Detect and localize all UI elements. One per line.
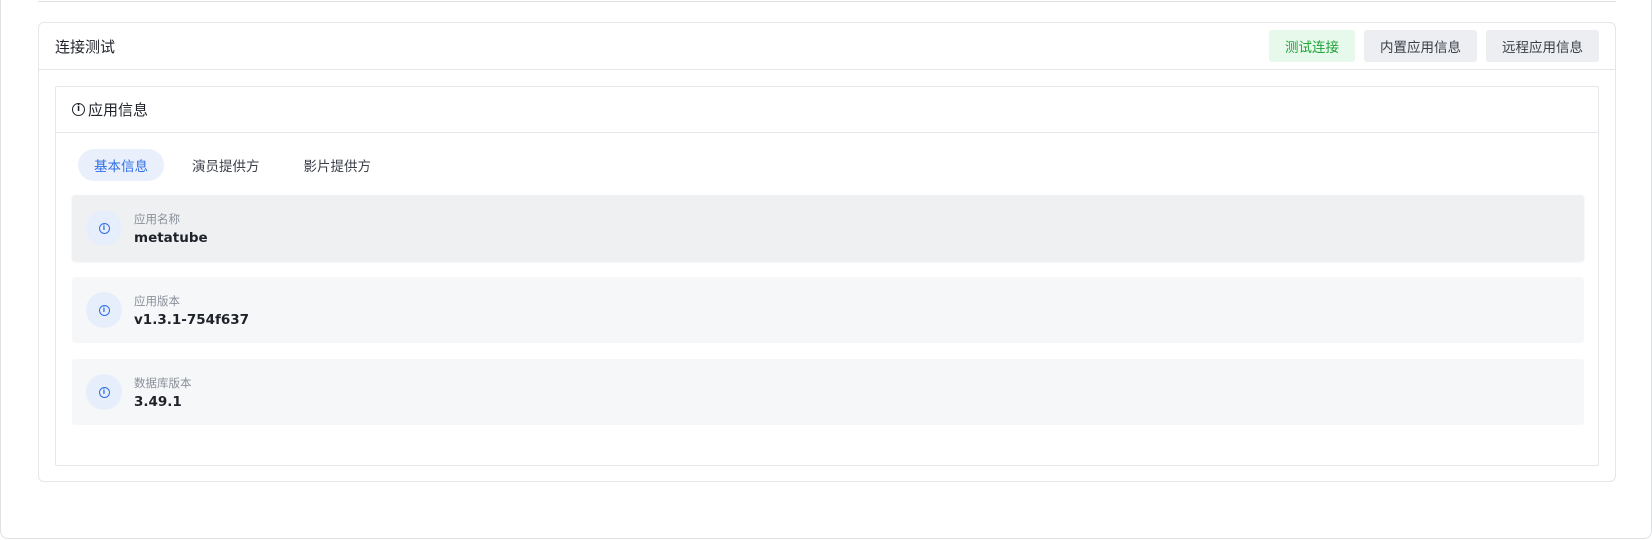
item-label: 应用版本 xyxy=(134,293,180,308)
info-icon: i xyxy=(86,374,122,410)
info-icon: i xyxy=(86,210,122,246)
info-list: i 应用名称 metatube i 应用版本 v1.3.1-754f637 i xyxy=(72,195,1584,441)
app-info-panel: i 应用信息 基本信息 演员提供方 影片提供方 i 应用名称 metatube … xyxy=(55,86,1599,466)
app-info-header: i 应用信息 xyxy=(56,87,1598,133)
tab-basic-info[interactable]: 基本信息 xyxy=(78,149,164,181)
tab-actor-providers[interactable]: 演员提供方 xyxy=(176,149,276,181)
item-label: 数据库版本 xyxy=(134,375,192,390)
app-info-title: 应用信息 xyxy=(88,101,149,119)
list-item-app-name[interactable]: i 应用名称 metatube xyxy=(72,195,1584,261)
list-item-db-version[interactable]: i 数据库版本 3.49.1 xyxy=(72,359,1584,425)
app-info-tabs: 基本信息 演员提供方 影片提供方 xyxy=(78,149,387,181)
info-icon: i xyxy=(86,292,122,328)
card-title: 连接测试 xyxy=(55,37,116,56)
item-label: 应用名称 xyxy=(134,211,180,226)
top-divider xyxy=(38,0,1616,2)
item-value: v1.3.1-754f637 xyxy=(134,311,250,328)
card-header: 连接测试 测试连接 内置应用信息 远程应用信息 xyxy=(39,23,1615,70)
connection-test-card: 连接测试 测试连接 内置应用信息 远程应用信息 i 应用信息 基本信息 演员提供… xyxy=(38,22,1616,482)
list-item-app-version[interactable]: i 应用版本 v1.3.1-754f637 xyxy=(72,277,1584,343)
info-icon: i xyxy=(72,103,85,116)
item-value: 3.49.1 xyxy=(134,393,182,410)
remote-app-info-button[interactable]: 远程应用信息 xyxy=(1486,30,1599,62)
page-container: 连接测试 测试连接 内置应用信息 远程应用信息 i 应用信息 基本信息 演员提供… xyxy=(0,0,1652,539)
header-actions: 测试连接 内置应用信息 远程应用信息 xyxy=(1269,30,1599,62)
item-value: metatube xyxy=(134,229,208,246)
builtin-app-info-button[interactable]: 内置应用信息 xyxy=(1364,30,1477,62)
tab-movie-providers[interactable]: 影片提供方 xyxy=(288,149,388,181)
test-connection-button[interactable]: 测试连接 xyxy=(1269,30,1355,62)
